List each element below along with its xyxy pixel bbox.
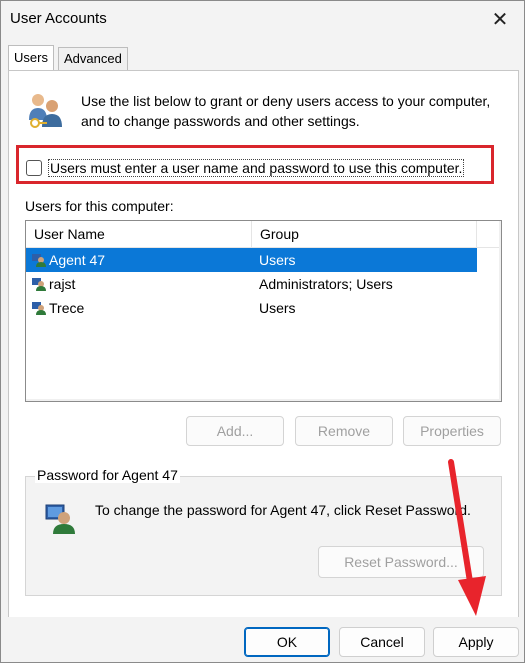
users-list-label: Users for this computer: [25,198,174,214]
list-body: Agent 47 Users rajst Administrators; Use… [26,248,499,399]
password-group [25,476,502,596]
close-icon[interactable]: ✕ [486,5,514,33]
table-row[interactable]: Trece Users [26,296,477,320]
ok-button[interactable]: OK [244,627,330,657]
require-login-label[interactable]: Users must enter a user name and passwor… [48,159,465,177]
title-bar: User Accounts ✕ [1,1,524,37]
require-login-checkbox[interactable] [26,160,42,176]
add-button[interactable]: Add... [186,416,284,446]
column-group[interactable]: Group [252,221,477,247]
remove-button[interactable]: Remove [295,416,393,446]
table-row[interactable]: rajst Administrators; Users [26,272,477,296]
require-login-option[interactable]: Users must enter a user name and passwor… [26,159,465,177]
group-cell: Users [259,252,296,268]
users-icon [29,94,62,128]
user-name-cell: Agent 47 [49,252,106,268]
tab-users[interactable]: Users [8,45,54,70]
user-name-cell: rajst [49,276,76,292]
password-group-title: Password for Agent 47 [35,467,180,483]
column-user-name[interactable]: User Name [26,221,252,247]
user-name-cell: Trece [49,300,85,316]
user-icon [32,302,46,315]
users-list[interactable]: User Name Group Agent 47 Users rajst Adm… [25,220,502,402]
apply-button[interactable]: Apply [433,627,519,657]
dialog-button-bar: OK Cancel Apply [1,617,524,662]
group-cell: Users [259,300,296,316]
user-accounts-window: User Accounts ✕ Users Advanced Use the l… [0,0,525,663]
list-header: User Name Group [26,221,499,248]
table-row[interactable]: Agent 47 Users [26,248,477,272]
user-icon [32,254,46,267]
user-icon [32,278,46,291]
group-cell: Administrators; Users [259,276,393,292]
intro-text: Use the list below to grant or deny user… [81,93,491,129]
tab-advanced[interactable]: Advanced [58,47,128,70]
cancel-button[interactable]: Cancel [339,627,425,657]
users-tab-panel: Use the list below to grant or deny user… [8,70,519,618]
password-instructions: To change the password for Agent 47, cli… [95,502,471,518]
reset-password-button[interactable]: Reset Password... [318,546,484,578]
user-password-icon [45,504,75,534]
window-title: User Accounts [10,10,107,27]
properties-button[interactable]: Properties [403,416,501,446]
